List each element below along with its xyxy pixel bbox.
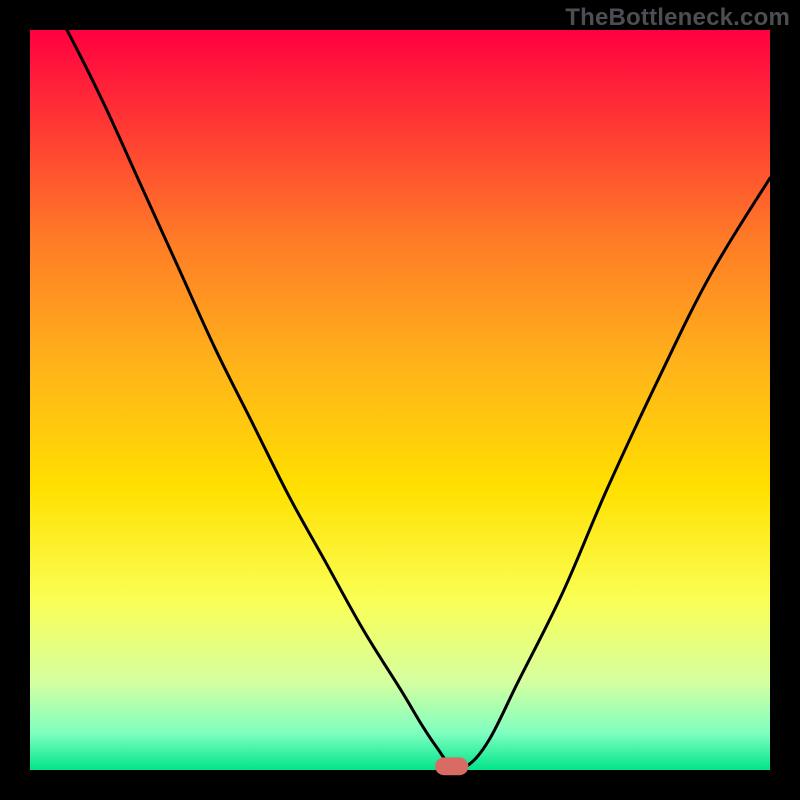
minimum-marker <box>435 757 468 775</box>
watermark-text: TheBottleneck.com <box>565 4 790 32</box>
chart-frame: TheBottleneck.com <box>0 0 800 800</box>
frame-bottom <box>0 770 800 800</box>
plot-background <box>30 30 770 770</box>
frame-left <box>0 0 30 800</box>
bottleneck-chart <box>0 0 800 800</box>
frame-right <box>770 0 800 800</box>
